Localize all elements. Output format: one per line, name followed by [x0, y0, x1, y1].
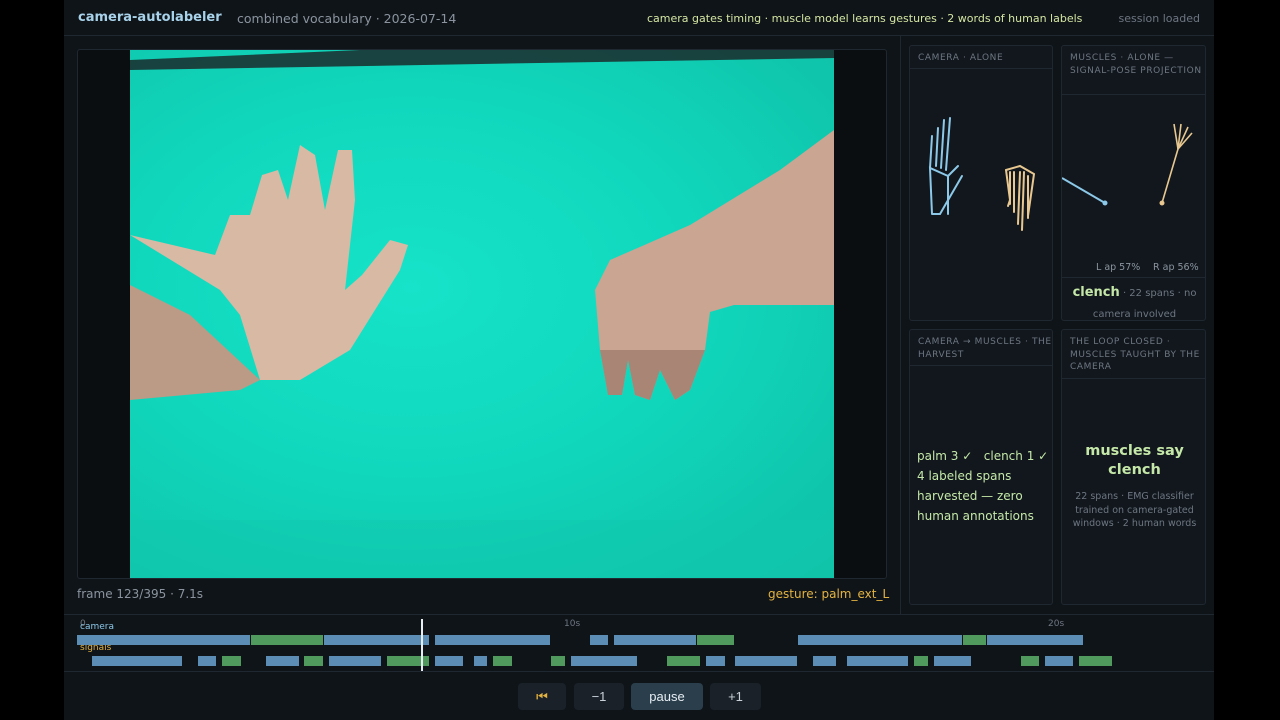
rewind-button[interactable]: ⏮ — [518, 683, 566, 710]
signal-span-clench[interactable] — [222, 656, 241, 666]
muscle-prediction: clench · 22 spans · no camera involved — [1066, 282, 1203, 324]
signal-span-clench[interactable] — [386, 656, 430, 666]
playback-controls: ⏮ −1 pause +1 — [64, 672, 1214, 720]
camera-hand-skeleton — [928, 117, 1036, 231]
panel-title: CAMERA → MUSCLES · THE HARVEST — [918, 337, 1052, 360]
signal-span-palm[interactable] — [846, 656, 909, 666]
frame-counter: frame 123/395 · 7.1s — [77, 587, 204, 601]
camera-span-palm[interactable] — [798, 635, 962, 645]
pause-button[interactable]: pause — [631, 683, 703, 710]
signal-span-palm[interactable] — [1045, 656, 1074, 666]
signal-span-palm[interactable] — [933, 656, 972, 666]
signal-span-clench[interactable] — [304, 656, 323, 666]
camera-span-palm[interactable] — [435, 635, 551, 645]
camera-span-clench[interactable] — [696, 635, 735, 645]
signal-span-palm[interactable] — [570, 656, 638, 666]
signal-span-palm[interactable] — [91, 656, 183, 666]
panel-title: MUSCLES · ALONE — SIGNAL-POSE PROJECTION — [1070, 53, 1202, 76]
camera-row-label: camera — [80, 622, 114, 632]
camera-video — [130, 50, 834, 578]
column-divider — [900, 36, 901, 614]
signal-span-palm[interactable] — [265, 656, 299, 666]
panel-camera-alone: CAMERA · ALONE — [909, 45, 1053, 321]
headline-line-1: muscles say — [1085, 443, 1184, 459]
signal-span-clench[interactable] — [914, 656, 928, 666]
panel-harvest: CAMERA → MUSCLES · THE HARVEST palm 3 ✓ … — [909, 329, 1053, 605]
harvest-summary: palm 3 ✓ clench 1 ✓ 4 labeled spans harv… — [917, 446, 1051, 526]
right-ap-readout: R ap 56% — [1153, 262, 1199, 273]
muscle-pose-projection — [1062, 123, 1193, 206]
app-window: camera-autolabeler combined vocabulary ·… — [64, 0, 1214, 720]
harvest-note-2: human annotations — [917, 509, 1034, 523]
video-frame[interactable] — [77, 49, 887, 579]
prediction-detail-2: camera involved — [1092, 309, 1177, 320]
header-bar: camera-autolabeler combined vocabulary ·… — [64, 0, 1214, 36]
signal-span-clench[interactable] — [493, 656, 512, 666]
playhead[interactable] — [420, 619, 423, 671]
predicted-gesture: clench — [1072, 285, 1120, 300]
harvest-counts: palm 3 ✓ clench 1 ✓ — [917, 449, 1049, 463]
camera-span-palm[interactable] — [590, 635, 609, 645]
camera-span-clench[interactable] — [251, 635, 323, 645]
harvest-spans: 4 labeled spans — [917, 469, 1012, 483]
tick-label: 20s — [1048, 619, 1065, 629]
panel-loop-closed: THE LOOP CLOSED · MUSCLES TAUGHT BY THE … — [1061, 329, 1206, 605]
headline-line-2: clench — [1108, 462, 1161, 478]
signal-span-palm[interactable] — [328, 656, 381, 666]
camera-span-palm[interactable] — [614, 635, 696, 645]
signal-span-clench[interactable] — [1020, 656, 1040, 666]
rewind-icon: ⏮ — [536, 688, 548, 704]
app-title: camera-autolabeler — [78, 10, 222, 25]
signal-span-clench[interactable] — [667, 656, 701, 666]
panel-muscles-alone: MUSCLES · ALONE — SIGNAL-POSE PROJECTION… — [1061, 45, 1206, 321]
camera-span-palm[interactable] — [323, 635, 430, 645]
camera-span-palm[interactable] — [986, 635, 1083, 645]
classifier-detail: 22 spans · EMG classifier trained on cam… — [1072, 491, 1197, 529]
signal-span-palm[interactable] — [473, 656, 488, 666]
pipeline-tagline: camera gates timing · muscle model learn… — [647, 12, 1083, 25]
signal-span-palm[interactable] — [198, 656, 217, 666]
panel-title: CAMERA · ALONE — [918, 53, 1004, 63]
step-back-button[interactable]: −1 — [574, 683, 624, 710]
gesture-readout: gesture: palm_ext_L — [768, 587, 890, 601]
step-forward-button[interactable]: +1 — [710, 683, 761, 710]
camera-span-clench[interactable] — [962, 635, 986, 645]
signal-span-palm[interactable] — [706, 656, 725, 666]
signal-span-clench[interactable] — [1078, 656, 1112, 666]
session-subtitle: combined vocabulary · 2026-07-14 — [237, 11, 457, 26]
video-scene — [130, 50, 834, 578]
signal-span-clench[interactable] — [551, 656, 565, 666]
signal-span-palm[interactable] — [735, 656, 798, 666]
left-ap-readout: L ap 57% — [1096, 262, 1141, 273]
tick-label: 10s — [564, 619, 581, 629]
prediction-detail: · 22 spans · no — [1119, 288, 1197, 299]
session-status: session loaded — [1118, 12, 1200, 25]
timeline[interactable]: 0 10s 20s camera signals — [64, 614, 1214, 672]
signal-span-palm[interactable] — [435, 656, 464, 666]
signal-span-palm[interactable] — [812, 656, 836, 666]
muscles-say-headline: muscles say clench — [1066, 442, 1203, 480]
camera-span-palm[interactable] — [77, 635, 251, 645]
harvest-note-1: harvested — zero — [917, 489, 1023, 503]
panel-title: THE LOOP CLOSED · MUSCLES TAUGHT BY THE … — [1070, 337, 1200, 372]
